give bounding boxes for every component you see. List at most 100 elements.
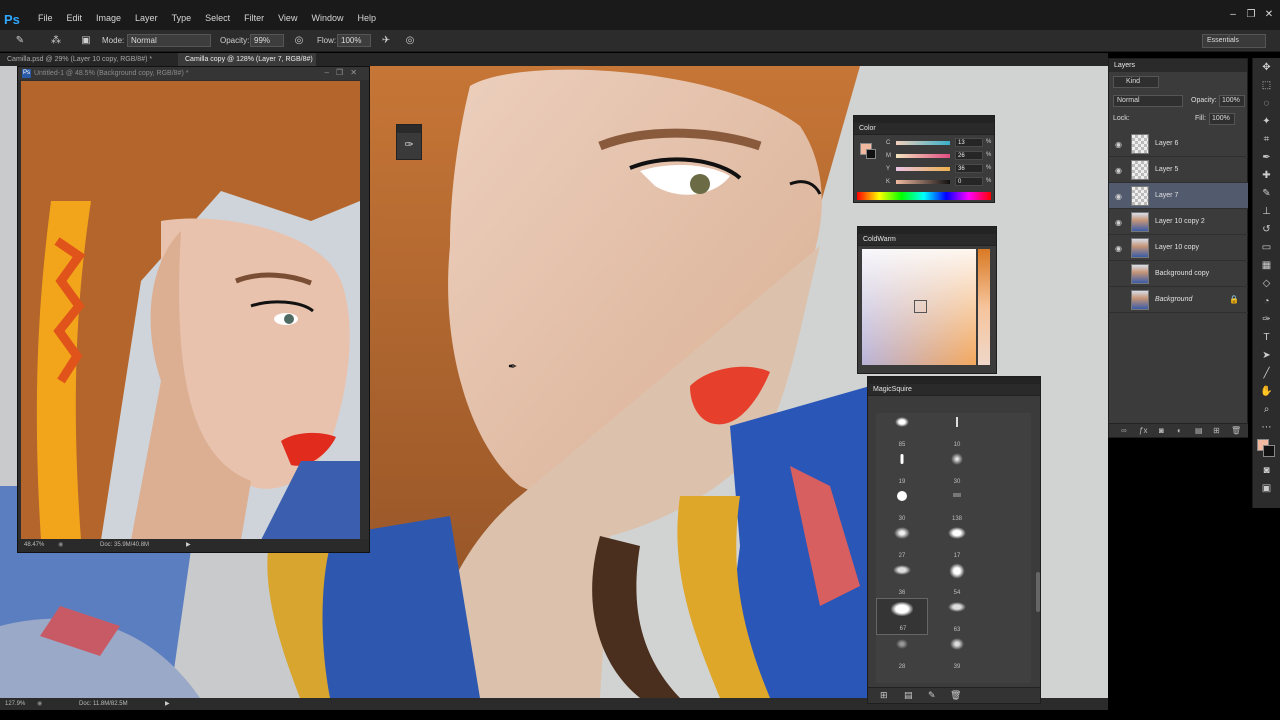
brush-preset[interactable]: 27 — [876, 524, 928, 561]
menu-window[interactable]: Window — [304, 13, 350, 23]
brush-preset[interactable]: 28 — [876, 635, 928, 672]
menu-type[interactable]: Type — [165, 13, 199, 23]
brush-preset[interactable]: 10 — [931, 413, 983, 450]
brush-tool-icon[interactable]: ✎ — [1257, 185, 1277, 202]
marquee-tool-icon[interactable]: ⬚ — [1257, 77, 1277, 94]
fg-bg-swatches[interactable] — [1253, 437, 1280, 461]
screen-mode-icon[interactable]: ▣ — [1257, 480, 1277, 497]
brush-preset-selected[interactable]: 67 — [876, 598, 928, 635]
link-icon[interactable]: ∞ — [1121, 426, 1127, 435]
play-icon[interactable]: ▶ — [186, 539, 191, 552]
eye-icon[interactable]: ◉ — [1115, 166, 1122, 175]
menu-edit[interactable]: Edit — [60, 13, 90, 23]
flow-input[interactable]: 100% — [337, 34, 371, 47]
channel-y-slider[interactable] — [896, 167, 950, 171]
brush-preset-icon[interactable]: ⁂ — [50, 35, 62, 47]
brush-preset[interactable]: 63 — [931, 598, 983, 635]
menu-file[interactable]: File — [31, 13, 60, 23]
restore-icon[interactable]: ❐ — [1246, 10, 1256, 20]
eyedropper-tool-icon[interactable]: ✒ — [1257, 149, 1277, 166]
brush-grid-scrollbar[interactable] — [1036, 572, 1040, 612]
pen-tool-icon[interactable]: ✑ — [1257, 311, 1277, 328]
doc-info-icon[interactable]: ◉ — [58, 539, 63, 552]
brush-preset[interactable]: 36 — [876, 561, 928, 598]
group-icon[interactable]: ▤ — [1195, 426, 1203, 435]
restore-icon[interactable]: ❐ — [336, 68, 343, 77]
menu-select[interactable]: Select — [198, 13, 237, 23]
reference-photo[interactable] — [21, 81, 360, 540]
layer-row[interactable]: ◉ Layer 6 — [1109, 131, 1248, 157]
eraser-tool-icon[interactable]: ▭ — [1257, 239, 1277, 256]
quick-select-tool-icon[interactable]: ✦ — [1257, 113, 1277, 130]
crop-tool-icon[interactable]: ⌗ — [1257, 131, 1277, 148]
kind-filter-select[interactable]: Kind — [1113, 76, 1159, 88]
layer-opacity-input[interactable]: 100% — [1219, 95, 1245, 107]
eye-icon[interactable]: ◉ — [1115, 192, 1122, 201]
background-color-swatch[interactable] — [1263, 445, 1275, 457]
brush-preset[interactable]: 17 — [931, 524, 983, 561]
move-tool-icon[interactable]: ✥ — [1257, 59, 1277, 76]
close-icon[interactable]: ✕ — [350, 68, 357, 77]
pressure-opacity-icon[interactable]: ◎ — [293, 35, 305, 47]
more-tools-icon[interactable]: ⋯ — [1257, 419, 1277, 436]
mask-icon[interactable]: ◙ — [1159, 426, 1164, 435]
panel-drag-strip[interactable] — [868, 377, 1040, 384]
close-icon[interactable]: ✕ — [1264, 10, 1274, 20]
fx-icon[interactable]: ƒx — [1139, 426, 1147, 435]
trash-icon[interactable]: 🗑 — [950, 690, 961, 701]
mode-select[interactable]: Normal — [127, 34, 211, 47]
brush-preset[interactable]: 30 — [876, 487, 928, 524]
type-tool-icon[interactable]: T — [1257, 329, 1277, 346]
menu-view[interactable]: View — [271, 13, 304, 23]
color-spectrum-bar[interactable] — [857, 192, 991, 200]
layer-row[interactable]: ◉ Layer 10 copy — [1109, 235, 1248, 261]
menu-image[interactable]: Image — [89, 13, 128, 23]
new-layer-icon[interactable]: ⊞ — [1213, 426, 1220, 435]
play-icon[interactable]: ▶ — [165, 698, 170, 710]
gradient-tool-icon[interactable]: ▦ — [1257, 257, 1277, 274]
folder-icon[interactable]: ▤ — [904, 690, 913, 701]
healing-tool-icon[interactable]: ✚ — [1257, 167, 1277, 184]
minimize-icon[interactable]: – — [1228, 10, 1238, 20]
edit-brush-icon[interactable]: ✎ — [928, 690, 936, 701]
channel-k-value[interactable]: 0 — [955, 177, 983, 186]
adjustment-icon[interactable]: ◐ — [1177, 426, 1182, 435]
brush-preset[interactable]: 19 — [876, 450, 928, 487]
history-brush-tool-icon[interactable]: ↺ — [1257, 221, 1277, 238]
brush-preset[interactable]: 138 — [931, 487, 983, 524]
layer-row[interactable]: Background 🔒 — [1109, 287, 1248, 313]
channel-c-value[interactable]: 13 — [955, 138, 983, 147]
eye-icon[interactable]: ◉ — [1115, 244, 1122, 253]
channel-m-value[interactable]: 26 — [955, 151, 983, 160]
brush-preset[interactable]: 30 — [931, 450, 983, 487]
brush-icon[interactable]: ✑ — [397, 133, 421, 157]
layer-row[interactable]: ◉ Layer 5 — [1109, 157, 1248, 183]
layer-row[interactable]: Background copy — [1109, 261, 1248, 287]
eye-icon[interactable]: ◉ — [1115, 140, 1122, 149]
lasso-tool-icon[interactable]: ◌ — [1257, 95, 1277, 112]
panel-drag-strip[interactable] — [858, 227, 996, 234]
zoom-tool-icon[interactable]: ⌕ — [1257, 401, 1277, 418]
brush-preset[interactable]: 85 — [876, 413, 928, 450]
brush-tool-icon[interactable]: ✎ — [14, 35, 26, 47]
floating-tool-palette[interactable]: ✑ — [396, 124, 422, 160]
background-swatch[interactable] — [866, 149, 876, 159]
channel-m-slider[interactable] — [896, 154, 950, 158]
opacity-input[interactable]: 99% — [250, 34, 284, 47]
menu-layer[interactable]: Layer — [128, 13, 165, 23]
blur-tool-icon[interactable]: ◇ — [1257, 275, 1277, 292]
tab-camilla-copy[interactable]: Camilla copy @ 128% (Layer 7, RGB/8#) * — [178, 53, 316, 76]
channel-k-slider[interactable] — [896, 180, 950, 184]
brush-panel-toggle-icon[interactable]: ▣ — [80, 35, 92, 47]
layer-row[interactable]: ◉ Layer 10 copy 2 — [1109, 209, 1248, 235]
fill-input[interactable]: 100% — [1209, 113, 1235, 125]
menu-help[interactable]: Help — [350, 13, 383, 23]
eye-icon[interactable]: ◉ — [1115, 218, 1122, 227]
hand-tool-icon[interactable]: ✋ — [1257, 383, 1277, 400]
panel-drag-strip[interactable] — [854, 116, 994, 123]
brush-preset[interactable]: 54 — [931, 561, 983, 598]
quick-mask-icon[interactable]: ◙ — [1257, 462, 1277, 479]
path-select-tool-icon[interactable]: ➤ — [1257, 347, 1277, 364]
channel-y-value[interactable]: 36 — [955, 164, 983, 173]
menu-filter[interactable]: Filter — [237, 13, 271, 23]
